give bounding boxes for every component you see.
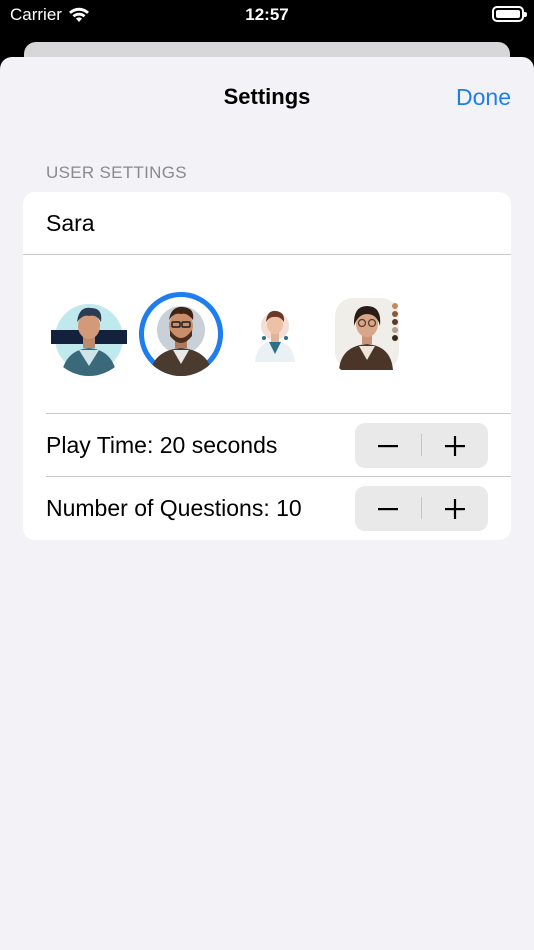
minus-icon bbox=[378, 507, 398, 510]
plus-icon bbox=[445, 498, 465, 519]
plus-icon bbox=[445, 435, 465, 456]
settings-sheet: Settings Done USER SETTINGS Sara Play Ti… bbox=[0, 57, 534, 950]
name-value[interactable]: Sara bbox=[46, 210, 95, 237]
user-settings-group: Sara Play Time: 20 seconds Number of Que… bbox=[23, 192, 511, 540]
questions-decrement-button[interactable] bbox=[355, 486, 421, 531]
status-time: 12:57 bbox=[245, 5, 289, 24]
questions-stepper bbox=[355, 486, 488, 531]
play-time-decrement-button[interactable] bbox=[355, 423, 421, 468]
avatar-option-2[interactable] bbox=[139, 292, 223, 376]
questions-label: Number of Questions: 10 bbox=[46, 495, 302, 521]
play-time-label: Play Time: 20 seconds bbox=[46, 432, 278, 458]
done-button[interactable]: Done bbox=[456, 84, 511, 111]
play-time-increment-button[interactable] bbox=[422, 423, 488, 468]
play-time-stepper bbox=[355, 423, 488, 468]
status-bar: Carrier 12:57 bbox=[0, 0, 534, 30]
avatar-option-3[interactable] bbox=[233, 292, 317, 376]
questions-row: Number of Questions: 10 bbox=[23, 477, 511, 539]
play-time-row: Play Time: 20 seconds bbox=[23, 414, 511, 476]
avatar-picker bbox=[23, 255, 511, 413]
questions-increment-button[interactable] bbox=[422, 486, 488, 531]
name-field[interactable]: Sara bbox=[23, 192, 511, 254]
page-title: Settings bbox=[223, 84, 311, 109]
avatar-option-1[interactable] bbox=[47, 292, 131, 376]
section-header: USER SETTINGS bbox=[46, 163, 187, 182]
avatar-option-4[interactable] bbox=[327, 292, 411, 376]
battery-icon bbox=[492, 6, 527, 22]
minus-icon bbox=[378, 444, 398, 447]
